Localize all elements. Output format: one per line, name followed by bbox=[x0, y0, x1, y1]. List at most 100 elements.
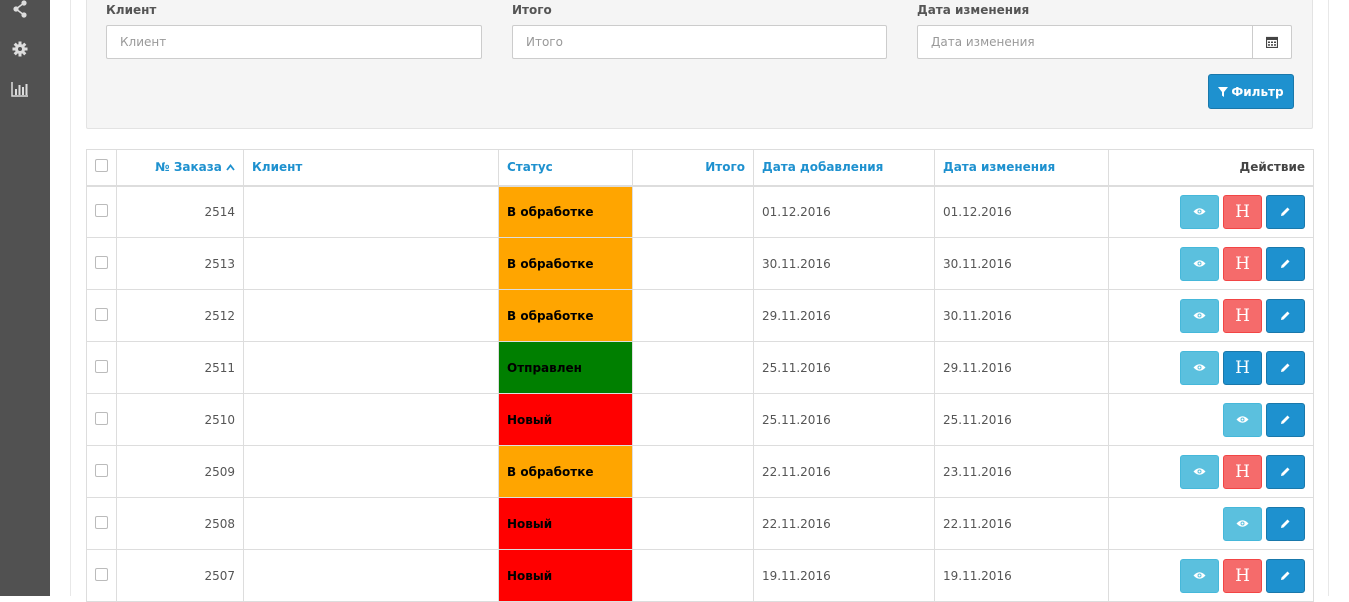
client-filter-input[interactable]: Клиент bbox=[106, 25, 482, 59]
view-button[interactable] bbox=[1180, 298, 1219, 333]
filter-button-label: Фильтр bbox=[1231, 84, 1284, 99]
table-row: 2507 Новый 19.11.2016 19.11.2016 H bbox=[86, 549, 1314, 602]
edit-button[interactable] bbox=[1266, 558, 1305, 593]
view-button[interactable] bbox=[1180, 454, 1219, 489]
view-button[interactable] bbox=[1223, 506, 1262, 541]
client-cell bbox=[243, 497, 499, 550]
filter-button[interactable]: Фильтр bbox=[1208, 74, 1294, 109]
edit-button[interactable] bbox=[1266, 298, 1305, 333]
view-button[interactable] bbox=[1180, 194, 1219, 229]
action-cell: H bbox=[1108, 289, 1314, 342]
order-number-cell: 2511 bbox=[116, 341, 244, 394]
total-filter-input[interactable]: Итого bbox=[512, 25, 887, 59]
panel-border-left bbox=[70, 0, 71, 596]
row-select-cell bbox=[86, 549, 117, 602]
row-checkbox[interactable] bbox=[95, 463, 108, 477]
column-total[interactable]: Итого bbox=[632, 149, 754, 187]
row-checkbox[interactable] bbox=[95, 567, 108, 581]
table-header-row: № Заказа Клиент Статус Итого Дата добавл… bbox=[86, 149, 1314, 187]
row-select-cell bbox=[86, 445, 117, 498]
row-select-cell bbox=[86, 185, 117, 238]
pencil-icon bbox=[1281, 519, 1290, 528]
edit-button[interactable] bbox=[1266, 246, 1305, 281]
action-cell: H bbox=[1108, 185, 1314, 238]
h-button[interactable]: H bbox=[1223, 246, 1262, 281]
status-cell: В обработке bbox=[498, 445, 633, 498]
eye-icon bbox=[1236, 520, 1249, 527]
table-row: 2511 Отправлен 25.11.2016 29.11.2016 H bbox=[86, 341, 1314, 394]
eye-icon bbox=[1193, 208, 1206, 215]
client-cell bbox=[243, 341, 499, 394]
column-status[interactable]: Статус bbox=[498, 149, 633, 187]
total-cell bbox=[632, 445, 754, 498]
view-button[interactable] bbox=[1180, 350, 1219, 385]
date-added-cell: 25.11.2016 bbox=[753, 393, 935, 446]
left-sidebar bbox=[0, 0, 50, 596]
main-content: Клиент Клиент Итого Итого Дата изменения… bbox=[50, 0, 1349, 602]
eye-icon bbox=[1236, 416, 1249, 423]
h-button[interactable]: H bbox=[1223, 350, 1262, 385]
client-cell bbox=[243, 549, 499, 602]
pencil-icon bbox=[1281, 259, 1290, 268]
pencil-icon bbox=[1281, 415, 1290, 424]
column-order-number[interactable]: № Заказа bbox=[116, 149, 244, 187]
bar-chart-icon[interactable] bbox=[11, 80, 29, 98]
h-button[interactable]: H bbox=[1223, 454, 1262, 489]
select-all-checkbox[interactable] bbox=[95, 159, 108, 173]
status-cell: В обработке bbox=[498, 185, 633, 238]
total-cell bbox=[632, 497, 754, 550]
edit-button[interactable] bbox=[1266, 402, 1305, 437]
eye-icon bbox=[1193, 364, 1206, 371]
gear-icon[interactable] bbox=[11, 40, 29, 58]
total-cell bbox=[632, 185, 754, 238]
column-action: Действие bbox=[1108, 149, 1314, 187]
client-cell bbox=[243, 185, 499, 238]
eye-icon bbox=[1193, 312, 1206, 319]
edit-button[interactable] bbox=[1266, 194, 1305, 229]
h-button[interactable]: H bbox=[1223, 558, 1262, 593]
status-cell: Новый bbox=[498, 497, 633, 550]
row-checkbox[interactable] bbox=[95, 515, 108, 529]
h-button[interactable]: H bbox=[1223, 298, 1262, 333]
column-date-added[interactable]: Дата добавления bbox=[753, 149, 935, 187]
column-client[interactable]: Клиент bbox=[243, 149, 499, 187]
client-cell bbox=[243, 289, 499, 342]
row-checkbox[interactable] bbox=[95, 411, 108, 425]
orders-table: № Заказа Клиент Статус Итого Дата добавл… bbox=[86, 149, 1314, 602]
status-cell: Отправлен bbox=[498, 341, 633, 394]
edit-button[interactable] bbox=[1266, 454, 1305, 489]
status-cell: Новый bbox=[498, 393, 633, 446]
view-button[interactable] bbox=[1223, 402, 1262, 437]
edit-button[interactable] bbox=[1266, 506, 1305, 541]
h-button[interactable]: H bbox=[1223, 194, 1262, 229]
view-button[interactable] bbox=[1180, 246, 1219, 281]
table-row: 2514 В обработке 01.12.2016 01.12.2016 H bbox=[86, 185, 1314, 238]
status-cell: В обработке bbox=[498, 237, 633, 290]
status-cell: Новый bbox=[498, 549, 633, 602]
action-cell bbox=[1108, 497, 1314, 550]
date-added-cell: 29.11.2016 bbox=[753, 289, 935, 342]
edit-button[interactable] bbox=[1266, 350, 1305, 385]
row-checkbox[interactable] bbox=[95, 307, 108, 321]
row-checkbox[interactable] bbox=[95, 203, 108, 217]
date-modified-cell: 25.11.2016 bbox=[934, 393, 1109, 446]
pencil-icon bbox=[1281, 207, 1290, 217]
order-number-cell: 2514 bbox=[116, 185, 244, 238]
client-cell bbox=[243, 393, 499, 446]
calendar-button[interactable] bbox=[1253, 25, 1292, 59]
pencil-icon bbox=[1281, 363, 1290, 372]
row-checkbox[interactable] bbox=[95, 255, 108, 269]
action-cell: H bbox=[1108, 237, 1314, 290]
share-icon[interactable] bbox=[11, 0, 29, 18]
column-date-modified[interactable]: Дата изменения bbox=[934, 149, 1109, 187]
date-added-cell: 25.11.2016 bbox=[753, 341, 935, 394]
total-cell bbox=[632, 341, 754, 394]
action-cell: H bbox=[1108, 549, 1314, 602]
status-cell: В обработке bbox=[498, 289, 633, 342]
order-number-cell: 2512 bbox=[116, 289, 244, 342]
modified-date-filter-input[interactable]: Дата изменения bbox=[917, 25, 1253, 59]
funnel-icon bbox=[1218, 86, 1229, 97]
view-button[interactable] bbox=[1180, 558, 1219, 593]
row-checkbox[interactable] bbox=[95, 359, 108, 373]
calendar-icon bbox=[1266, 36, 1278, 48]
